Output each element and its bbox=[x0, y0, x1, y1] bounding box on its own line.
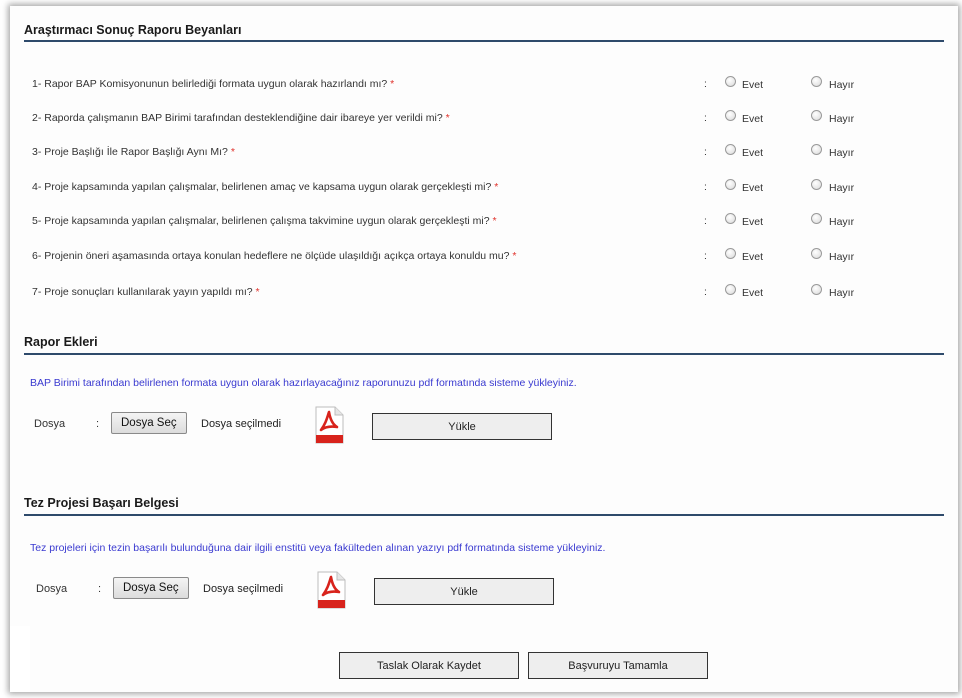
complete-application-button[interactable]: Başvuruyu Tamamla bbox=[528, 652, 708, 679]
radio-label-hayir: Hayır bbox=[829, 79, 855, 91]
radio-hayir-3[interactable] bbox=[811, 144, 822, 155]
save-draft-button[interactable]: Taslak Olarak Kaydet bbox=[339, 652, 519, 679]
question-text: 3- Proje Başlığı İle Rapor Başlığı Aynı … bbox=[32, 146, 235, 158]
question-text: 2- Raporda çalışmanın BAP Birimi tarafın… bbox=[32, 112, 450, 124]
radio-evet-6[interactable] bbox=[725, 248, 736, 259]
radio-evet-5[interactable] bbox=[725, 213, 736, 224]
radio-label-evet: Evet bbox=[742, 251, 764, 263]
radio-hayir-5[interactable] bbox=[811, 213, 822, 224]
question-text: 7- Proje sonuçları kullanılarak yayın ya… bbox=[32, 286, 260, 298]
radio-label-evet: Evet bbox=[742, 147, 764, 159]
choose-file-button[interactable]: Dosya Seç bbox=[111, 412, 187, 434]
section-divider bbox=[24, 40, 944, 42]
radio-label-evet: Evet bbox=[742, 287, 764, 299]
upload-button[interactable]: Yükle bbox=[372, 413, 552, 440]
radio-label-evet: Evet bbox=[742, 113, 764, 125]
upload-button[interactable]: Yükle bbox=[374, 578, 554, 605]
radio-label-hayir: Hayır bbox=[829, 216, 855, 228]
section-title-tez-belgesi: Tez Projesi Başarı Belgesi bbox=[24, 496, 179, 510]
radio-label-hayir: Hayır bbox=[829, 113, 855, 125]
rapor-info-text: BAP Birimi tarafından belirlenen formata… bbox=[30, 377, 577, 389]
radio-hayir-6[interactable] bbox=[811, 248, 822, 259]
radio-label-evet: Evet bbox=[742, 182, 764, 194]
file-label: Dosya bbox=[36, 583, 68, 595]
section-title-rapor-ekleri: Rapor Ekleri bbox=[24, 335, 98, 349]
side-strip bbox=[10, 626, 30, 692]
radio-label-evet: Evet bbox=[742, 216, 764, 228]
section-title-beyanlar: Araştırmacı Sonuç Raporu Beyanları bbox=[24, 23, 242, 37]
radio-label-hayir: Hayır bbox=[829, 182, 855, 194]
form-panel: Araştırmacı Sonuç Raporu Beyanları 1- Ra… bbox=[10, 6, 958, 692]
question-text: 4- Proje kapsamında yapılan çalışmalar, … bbox=[32, 181, 499, 193]
question-row-1: 1- Rapor BAP Komisyonunun belirlediği fo… bbox=[32, 76, 855, 91]
file-label: Dosya bbox=[34, 418, 66, 430]
radio-label-hayir: Hayır bbox=[829, 287, 855, 299]
radio-evet-1[interactable] bbox=[725, 76, 736, 87]
question-row-5: 5- Proje kapsamında yapılan çalışmalar, … bbox=[32, 213, 855, 228]
file-status: Dosya seçilmedi bbox=[201, 418, 282, 430]
section-divider bbox=[24, 514, 944, 516]
radio-label-hayir: Hayır bbox=[829, 147, 855, 159]
radio-hayir-2[interactable] bbox=[811, 110, 822, 121]
pdf-file-icon bbox=[317, 571, 346, 609]
section-divider bbox=[24, 353, 944, 355]
question-text: 6- Projenin öneri aşamasında ortaya konu… bbox=[32, 250, 517, 262]
radio-label-evet: Evet bbox=[742, 79, 764, 91]
rapor-file-row: Dosya : Dosya Seç Dosya seçilmedi Yükle bbox=[10, 406, 958, 446]
question-row-2: 2- Raporda çalışmanın BAP Birimi tarafın… bbox=[32, 110, 855, 125]
question-row-7: 7- Proje sonuçları kullanılarak yayın ya… bbox=[32, 284, 855, 299]
radio-hayir-4[interactable] bbox=[811, 179, 822, 190]
radio-evet-2[interactable] bbox=[725, 110, 736, 121]
question-row-3: 3- Proje Başlığı İle Rapor Başlığı Aynı … bbox=[32, 144, 855, 159]
question-row-6: 6- Projenin öneri aşamasında ortaya konu… bbox=[32, 248, 855, 263]
tez-info-text: Tez projeleri için tezin başarılı bulund… bbox=[30, 542, 606, 554]
radio-evet-3[interactable] bbox=[725, 144, 736, 155]
question-text: 5- Proje kapsamında yapılan çalışmalar, … bbox=[32, 215, 497, 227]
question-text: 1- Rapor BAP Komisyonunun belirlediği fo… bbox=[32, 78, 395, 90]
radio-evet-4[interactable] bbox=[725, 179, 736, 190]
choose-file-button[interactable]: Dosya Seç bbox=[113, 577, 189, 599]
pdf-file-icon bbox=[315, 406, 344, 444]
radio-hayir-1[interactable] bbox=[811, 76, 822, 87]
file-status: Dosya seçilmedi bbox=[203, 583, 284, 595]
tez-file-row: Dosya : Dosya Seç Dosya seçilmedi Yükle bbox=[10, 571, 958, 611]
radio-evet-7[interactable] bbox=[725, 284, 736, 295]
radio-hayir-7[interactable] bbox=[811, 284, 822, 295]
question-row-4: 4- Proje kapsamında yapılan çalışmalar, … bbox=[32, 179, 855, 194]
radio-label-hayir: Hayır bbox=[829, 251, 855, 263]
